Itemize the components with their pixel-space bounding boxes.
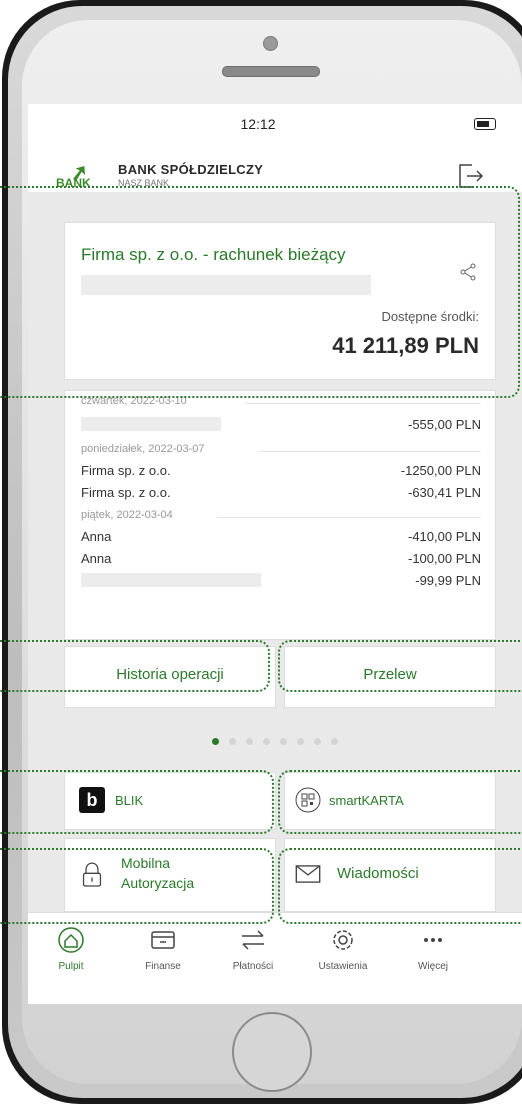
tab-wiecej[interactable]: Więcej: [388, 927, 478, 987]
page-dot[interactable]: [263, 738, 270, 745]
recent-transactions[interactable]: czwartek, 2022-03-10 -555,00 PLN poniedz…: [64, 390, 496, 640]
highlight-messages-tile: [278, 848, 522, 924]
wallet-icon: [151, 931, 175, 949]
home-icon: [58, 927, 84, 953]
gear-icon: [333, 930, 353, 950]
highlight-mobile-auth-tile: [0, 848, 274, 924]
tx-date: poniedziałek, 2022-03-07: [81, 443, 205, 455]
tab-pulpit[interactable]: Pulpit: [28, 927, 116, 987]
tx-name: Firma sp. z o.o.: [81, 463, 171, 478]
page-indicator: [28, 732, 522, 746]
bottom-tab-bar: Pulpit Finanse Płatności Ustawienia Więc…: [28, 912, 522, 1004]
tx-amount: -1250,00 PLN: [400, 463, 481, 478]
tab-ustawienia[interactable]: Ustawienia: [298, 927, 388, 987]
page-dot[interactable]: [229, 738, 236, 745]
camera-icon: [263, 36, 278, 51]
tx-name: Anna: [81, 551, 112, 566]
tx-amount: -100,00 PLN: [408, 551, 481, 566]
tx-date: piątek, 2022-03-04: [81, 509, 173, 521]
transfer-arrows-icon: [242, 930, 264, 950]
bank-name: BANK SPÓŁDZIELCZY: [118, 162, 264, 177]
highlight-blik-tile: [0, 770, 274, 834]
speaker-grille: [222, 66, 320, 77]
page-dot[interactable]: [331, 738, 338, 745]
status-time: 12:12: [240, 116, 276, 132]
tx-name: Anna: [81, 529, 112, 544]
tab-label: Pulpit: [58, 961, 84, 972]
highlight-transfer-button: [278, 640, 522, 692]
page-dot[interactable]: [280, 738, 287, 745]
page-dot[interactable]: [246, 738, 253, 745]
app-header: ➚ BANK BANK SPÓŁDZIELCZY NASZ BANK: [28, 144, 522, 192]
home-button[interactable]: [232, 1012, 312, 1092]
highlight-account-card: [0, 186, 520, 398]
tx-amount: -99,99 PLN: [415, 573, 481, 588]
tab-label: Finanse: [145, 961, 181, 972]
tx-amount: -630,41 PLN: [408, 485, 481, 500]
highlight-smartkarta-tile: [278, 770, 522, 834]
page-dot[interactable]: [314, 738, 321, 745]
tab-label: Ustawienia: [318, 961, 368, 972]
tx-amount: -410,00 PLN: [408, 529, 481, 544]
tab-finanse[interactable]: Finanse: [118, 927, 208, 987]
page-dot[interactable]: [212, 738, 219, 745]
more-dots-icon: [424, 938, 442, 942]
tab-platnosci[interactable]: Płatności: [208, 927, 298, 987]
battery-icon: [474, 118, 496, 130]
highlight-history-button: [0, 640, 270, 692]
tx-amount: -555,00 PLN: [408, 417, 481, 432]
tab-label: Płatności: [232, 961, 274, 972]
tx-name: Firma sp. z o.o.: [81, 485, 171, 500]
status-bar: 12:12: [28, 104, 522, 144]
tab-label: Więcej: [417, 961, 448, 972]
page-dot[interactable]: [297, 738, 304, 745]
